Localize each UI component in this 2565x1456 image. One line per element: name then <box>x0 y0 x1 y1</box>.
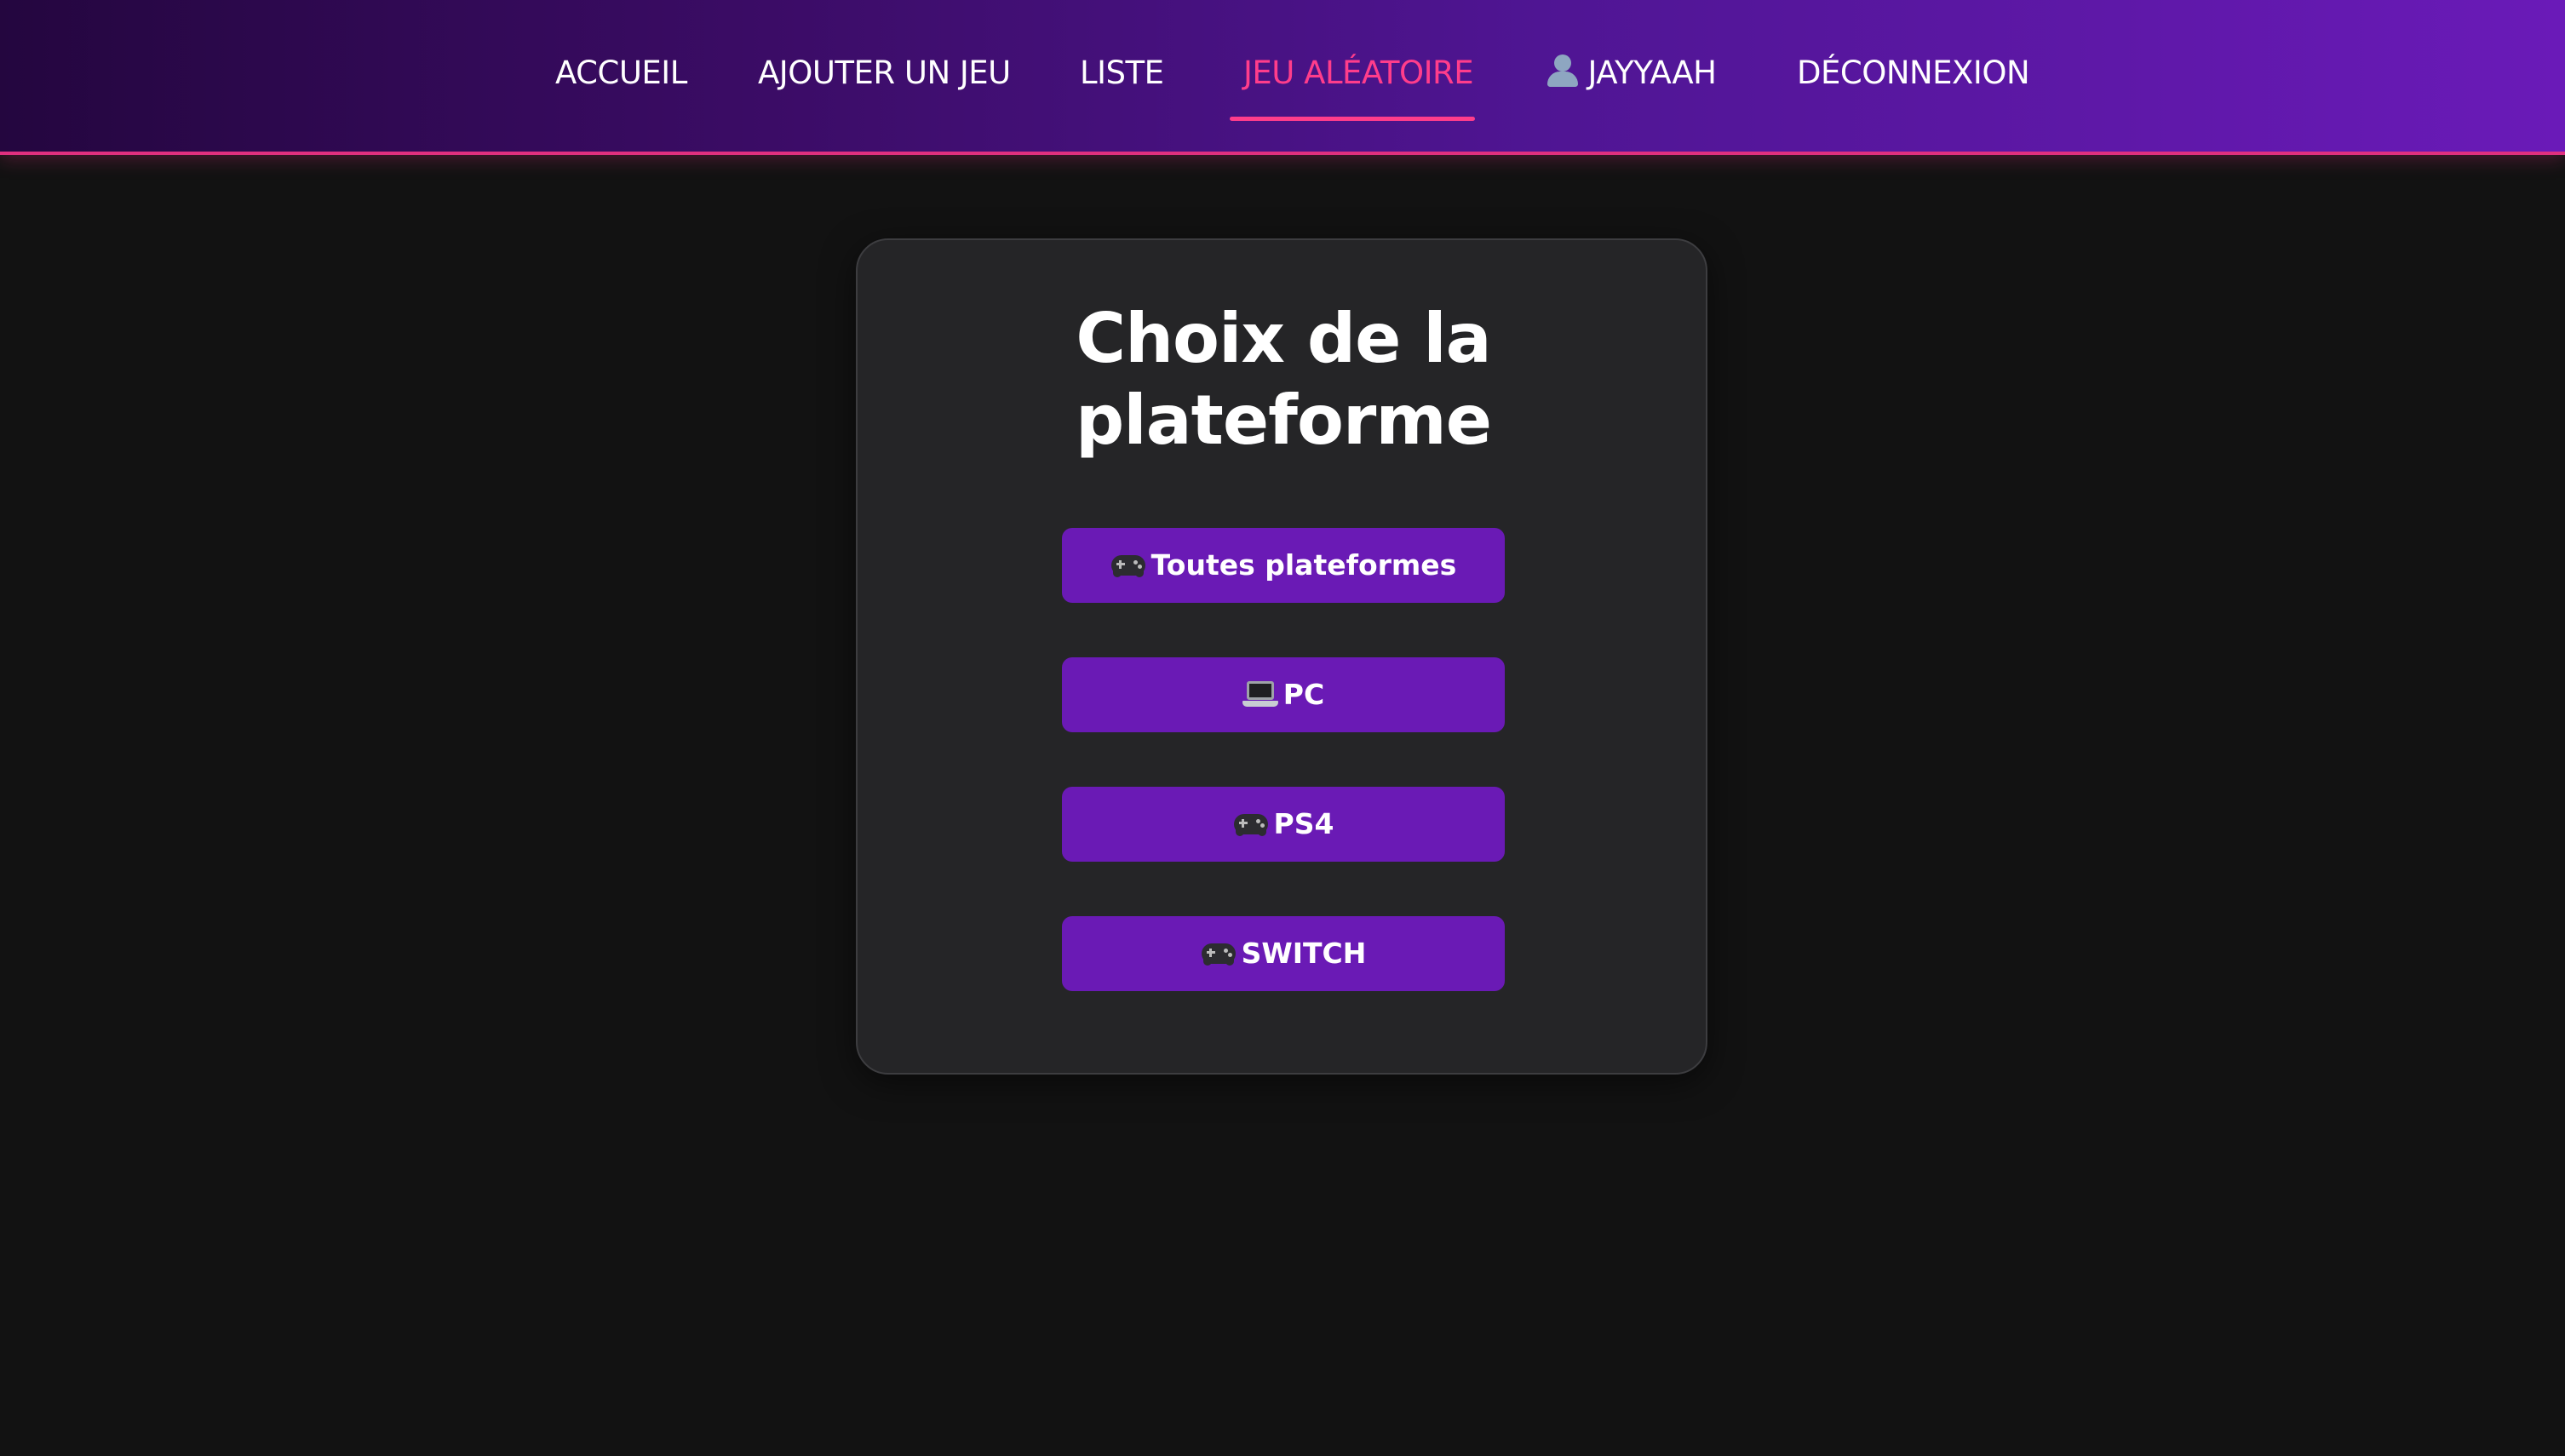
nav-item-ajouter-un-jeu[interactable]: AJOUTER UN JEU <box>758 49 1011 97</box>
page-title-line-1: Choix de la <box>1076 299 1491 378</box>
gamepad-icon <box>1110 550 1146 579</box>
nav-item-deconnexion[interactable]: DÉCONNEXION <box>1797 49 2030 97</box>
pc-button-label: PC <box>1282 678 1325 711</box>
nav-item-username: JAYYAAH <box>1587 54 1717 91</box>
all-platforms-button-label: Toutes plateformes <box>1151 548 1457 582</box>
top-navbar: ACCUEIL AJOUTER UN JEU LISTE JEU ALÉATOI… <box>0 0 2565 155</box>
nav-item-user-profile[interactable]: JAYYAAH <box>1543 49 1719 97</box>
pc-button[interactable]: PC <box>1062 657 1505 732</box>
user-icon <box>1545 53 1581 89</box>
switch-button[interactable]: SWITCH <box>1062 916 1505 991</box>
page-title: Choix de la plateforme <box>858 298 1709 461</box>
nav-item-liste[interactable]: LISTE <box>1080 49 1164 97</box>
all-platforms-button[interactable]: Toutes plateformes <box>1062 528 1505 603</box>
page-title-line-2: plateforme <box>1075 381 1492 460</box>
gamepad-icon <box>1233 809 1269 838</box>
active-tab-underline <box>1230 117 1475 121</box>
gamepad-icon <box>1201 938 1237 967</box>
ps4-button[interactable]: PS4 <box>1062 787 1505 862</box>
ps4-button-label: PS4 <box>1273 807 1334 840</box>
switch-button-label: SWITCH <box>1241 937 1367 970</box>
laptop-icon <box>1242 679 1278 708</box>
nav-item-accueil[interactable]: ACCUEIL <box>555 49 687 97</box>
nav-item-jeu-aleatoire[interactable]: JEU ALÉATOIRE <box>1243 49 1474 97</box>
platform-choice-card: Choix de la plateforme Toutes plateforme… <box>856 238 1707 1075</box>
